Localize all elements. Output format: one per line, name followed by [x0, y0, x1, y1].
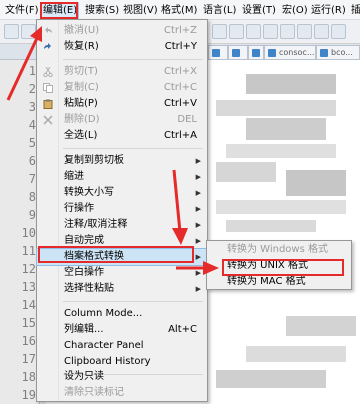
annotation-arrows	[6, 26, 219, 275]
arrow-head	[203, 261, 219, 275]
arrow-head	[172, 228, 188, 245]
arrow-to-edit-menu	[6, 35, 40, 101]
arrow-to-eol-conversion	[172, 169, 182, 233]
